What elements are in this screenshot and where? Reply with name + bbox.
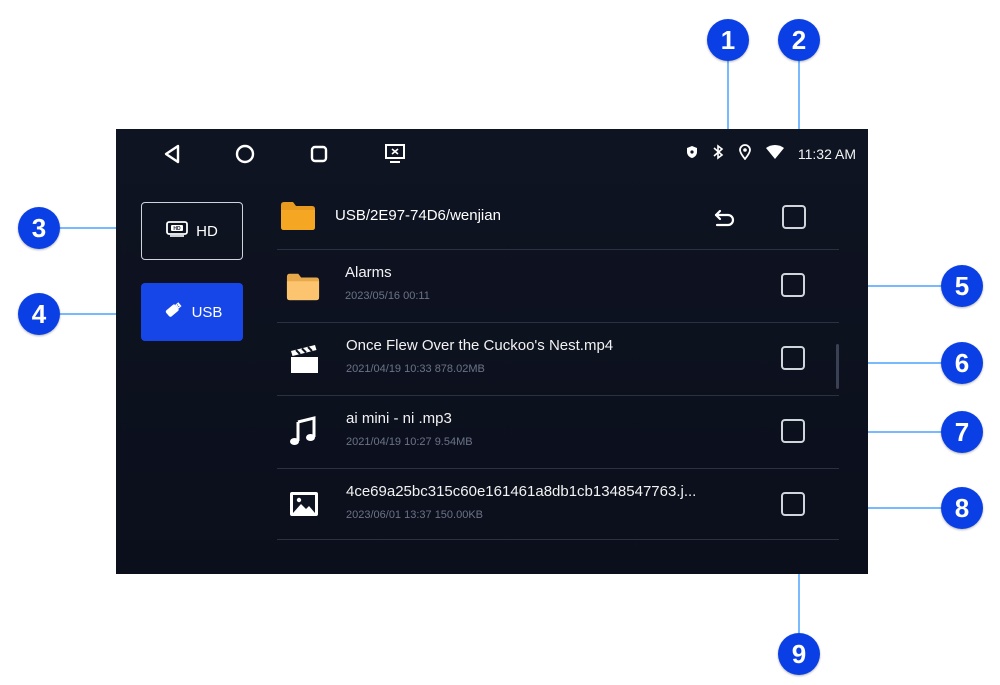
current-path-row: USB/2E97-74D6/wenjian [277,195,837,245]
usb-label: USB [191,303,223,321]
callout-badge-7: 7 [941,411,983,453]
screen-cast-icon[interactable] [384,143,406,165]
callout-badge-6: 6 [941,342,983,384]
status-bar: 11:32 AM [116,129,868,179]
list-item[interactable]: Alarms 2023/05/16 00:11 [277,249,839,322]
file-meta: 2023/05/16 00:11 [345,290,430,302]
current-path: USB/2E97-74D6/wenjian [335,207,501,224]
usb-source-button[interactable]: USB [141,283,243,341]
file-meta: 2021/04/19 10:33 878.02MB [346,363,485,375]
folder-icon [280,199,316,236]
select-all-checkbox[interactable] [782,205,806,229]
callout-badge-1: 1 [707,19,749,61]
file-name: Once Flew Over the Cuckoo's Nest.mp4 [346,337,614,354]
list-scrollbar[interactable] [836,344,839,389]
callout-badge-4: 4 [18,293,60,335]
list-item[interactable]: 4ce69a25bc315c60e161461a8db1cb1348547763… [277,468,839,541]
file-name: Alarms [345,264,392,281]
bluetooth-icon [712,144,724,163]
row-checkbox[interactable] [781,273,805,297]
shield-icon [686,145,698,162]
music-note-icon [289,416,323,450]
list-divider [277,539,839,540]
list-item[interactable]: Once Flew Over the Cuckoo's Nest.mp4 202… [277,322,839,395]
callout-badge-9: 9 [778,633,820,675]
hd-label: HD [196,222,218,240]
callout-badge-3: 3 [18,207,60,249]
file-name: 4ce69a25bc315c60e161461a8db1cb1348547763… [346,483,697,500]
callout-badge-2: 2 [778,19,820,61]
clock-time: 11:32 AM [797,145,856,162]
row-checkbox[interactable] [781,419,805,443]
file-meta: 2023/06/01 13:37 150.00KB [346,509,484,521]
video-clapper-icon [289,343,323,377]
home-circle-icon[interactable] [234,143,256,165]
wifi-icon [765,145,784,162]
callout-badge-8: 8 [941,487,983,529]
status-icons: 11:32 AM [686,144,856,163]
image-icon [289,489,323,523]
folder-icon [286,270,320,304]
list-item[interactable]: ai mini - ni .mp3 2021/04/19 10:27 9.54M… [277,395,839,468]
row-checkbox[interactable] [781,492,805,516]
hd-source-button[interactable]: HD HD [141,202,243,260]
head-unit-screen: 11:32 AM HD HD USB USB/2E97-74D6/wenjian… [116,129,868,574]
svg-text:HD: HD [174,226,182,232]
file-name: ai mini - ni .mp3 [346,410,452,427]
location-icon [738,144,752,163]
back-triangle-icon[interactable] [161,143,183,165]
hard-drive-icon: HD [166,220,189,242]
row-checkbox[interactable] [781,346,805,370]
file-meta: 2021/04/19 10:27 9.54MB [346,436,473,448]
recents-square-icon[interactable] [308,143,330,165]
go-back-icon[interactable] [713,207,737,231]
callout-badge-5: 5 [941,265,983,307]
usb-stick-icon [162,300,184,324]
